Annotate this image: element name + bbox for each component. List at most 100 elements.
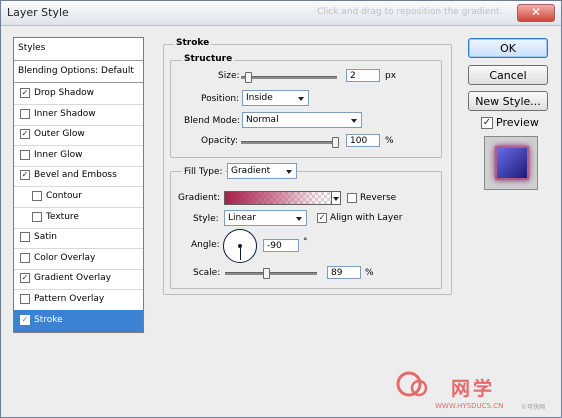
- chevron-down-icon: [333, 197, 339, 201]
- blending-options-item[interactable]: Blending Options: Default: [14, 61, 143, 83]
- window-title: Layer Style: [7, 6, 69, 19]
- watermark-url: WWW.HYSDUCS.CN: [435, 402, 504, 410]
- style-item-label: Inner Glow: [34, 149, 83, 160]
- preview-checkbox[interactable]: ✓: [481, 117, 493, 129]
- structure-title: Structure: [182, 54, 235, 64]
- style-item-checkbox[interactable]: [20, 108, 30, 119]
- scale-slider-thumb[interactable]: [263, 268, 270, 279]
- chevron-down-icon: [298, 97, 304, 101]
- fill-type-select[interactable]: Gradient: [227, 163, 297, 179]
- reverse-checkbox[interactable]: [347, 193, 357, 203]
- new-style-button[interactable]: New Style...: [468, 91, 548, 111]
- style-label: Style:: [193, 214, 219, 224]
- style-item-checkbox[interactable]: ✓: [20, 314, 30, 325]
- scale-slider[interactable]: [225, 268, 317, 279]
- style-item[interactable]: Inner Glow: [14, 145, 143, 167]
- watermark-small: ©可快网: [521, 404, 546, 411]
- style-item-checkbox[interactable]: ✓: [20, 273, 30, 284]
- style-item-checkbox[interactable]: [32, 211, 42, 222]
- opacity-unit: %: [385, 136, 394, 146]
- chevron-down-icon: [351, 119, 357, 123]
- blend-mode-select[interactable]: Normal: [242, 112, 362, 128]
- watermark-logo-icon: [396, 371, 428, 397]
- scale-label: Scale:: [193, 268, 221, 278]
- style-item-label: Color Overlay: [34, 252, 96, 263]
- style-item-label: Texture: [46, 211, 79, 222]
- close-icon: ✕: [530, 5, 542, 19]
- style-item-checkbox[interactable]: [32, 191, 42, 201]
- chevron-down-icon: [286, 170, 292, 174]
- scale-unit: %: [365, 268, 374, 278]
- style-item[interactable]: Satin: [14, 227, 143, 250]
- style-item[interactable]: ✓ Stroke: [14, 309, 143, 332]
- gradient-style-select[interactable]: Linear: [224, 210, 307, 226]
- style-item-label: Bevel and Emboss: [34, 170, 117, 181]
- style-item-label: Gradient Overlay: [34, 273, 112, 284]
- fill-type-label: Fill Type:: [182, 167, 225, 177]
- style-item-label: Stroke: [34, 314, 63, 325]
- style-item-label: Drop Shadow: [34, 88, 95, 98]
- style-item-label: Outer Glow: [34, 129, 85, 140]
- size-slider-thumb[interactable]: [245, 72, 252, 83]
- opacity-slider[interactable]: [241, 137, 339, 148]
- watermark: 网学 WWW.HYSDUCS.CN ©可快网: [395, 368, 555, 414]
- styles-list: Styles Blending Options: Default ✓ Drop S…: [13, 37, 144, 333]
- gradient-picker[interactable]: [224, 191, 332, 205]
- reverse-label: Reverse: [360, 193, 397, 203]
- style-item[interactable]: Contour: [14, 186, 143, 208]
- title-hint: Click and drag to reposition the gradien…: [317, 7, 503, 17]
- style-item-checkbox[interactable]: [20, 149, 30, 160]
- scale-field[interactable]: 89: [327, 266, 361, 279]
- layer-style-dialog: Layer Style Click and drag to reposition…: [0, 0, 562, 418]
- gradient-label: Gradient:: [178, 193, 221, 203]
- size-slider[interactable]: [241, 72, 337, 83]
- styles-header[interactable]: Styles: [14, 38, 143, 61]
- cancel-button[interactable]: Cancel: [468, 65, 548, 85]
- style-item-label: Inner Shadow: [34, 108, 96, 119]
- watermark-brand: 网学: [451, 378, 496, 400]
- style-item-checkbox[interactable]: ✓: [20, 88, 30, 98]
- style-item-checkbox[interactable]: [20, 232, 30, 243]
- style-item[interactable]: Texture: [14, 207, 143, 229]
- chevron-down-icon: [296, 217, 302, 221]
- position-select[interactable]: Inside: [242, 90, 309, 106]
- gradient-dropdown[interactable]: [332, 191, 341, 205]
- angle-dial[interactable]: [223, 229, 257, 263]
- title-bar[interactable]: Layer Style Click and drag to reposition…: [1, 1, 561, 26]
- style-item-label: Satin: [34, 232, 57, 243]
- stroke-group-title: Stroke: [174, 38, 212, 48]
- angle-unit: °: [303, 237, 308, 247]
- preview-swatch: [495, 146, 529, 180]
- size-field[interactable]: 2: [346, 69, 380, 82]
- style-item[interactable]: ✓ Bevel and Emboss: [14, 165, 143, 188]
- style-item[interactable]: ✓ Gradient Overlay: [14, 268, 143, 291]
- style-item[interactable]: Pattern Overlay: [14, 289, 143, 311]
- blend-mode-label: Blend Mode:: [184, 116, 241, 126]
- style-item-checkbox[interactable]: ✓: [20, 170, 30, 181]
- angle-center-dot: [238, 244, 242, 248]
- angle-indicator: [240, 246, 241, 260]
- size-label: Size:: [218, 71, 240, 81]
- style-item[interactable]: Color Overlay: [14, 248, 143, 270]
- style-item-label: Contour: [46, 191, 82, 201]
- close-button[interactable]: ✕: [517, 4, 555, 22]
- align-with-layer-label: Align with Layer: [330, 213, 403, 223]
- style-item-checkbox[interactable]: ✓: [20, 129, 30, 140]
- opacity-slider-thumb[interactable]: [332, 137, 339, 148]
- angle-label: Angle:: [191, 240, 220, 250]
- opacity-field[interactable]: 100: [346, 134, 380, 147]
- preview-label: Preview: [496, 116, 539, 129]
- style-item[interactable]: ✓ Drop Shadow: [14, 83, 143, 105]
- size-unit: px: [385, 71, 397, 81]
- style-item-checkbox[interactable]: [20, 294, 30, 304]
- style-item-label: Pattern Overlay: [34, 294, 105, 304]
- align-with-layer-checkbox[interactable]: ✓: [317, 213, 327, 223]
- opacity-label: Opacity:: [201, 136, 238, 146]
- position-label: Position:: [201, 94, 240, 104]
- angle-field[interactable]: -90: [263, 239, 299, 252]
- preview-thumbnail: [484, 136, 538, 190]
- style-item[interactable]: ✓ Outer Glow: [14, 124, 143, 147]
- style-item-checkbox[interactable]: [20, 252, 30, 263]
- ok-button[interactable]: OK: [468, 38, 548, 58]
- style-item[interactable]: Inner Shadow: [14, 104, 143, 126]
